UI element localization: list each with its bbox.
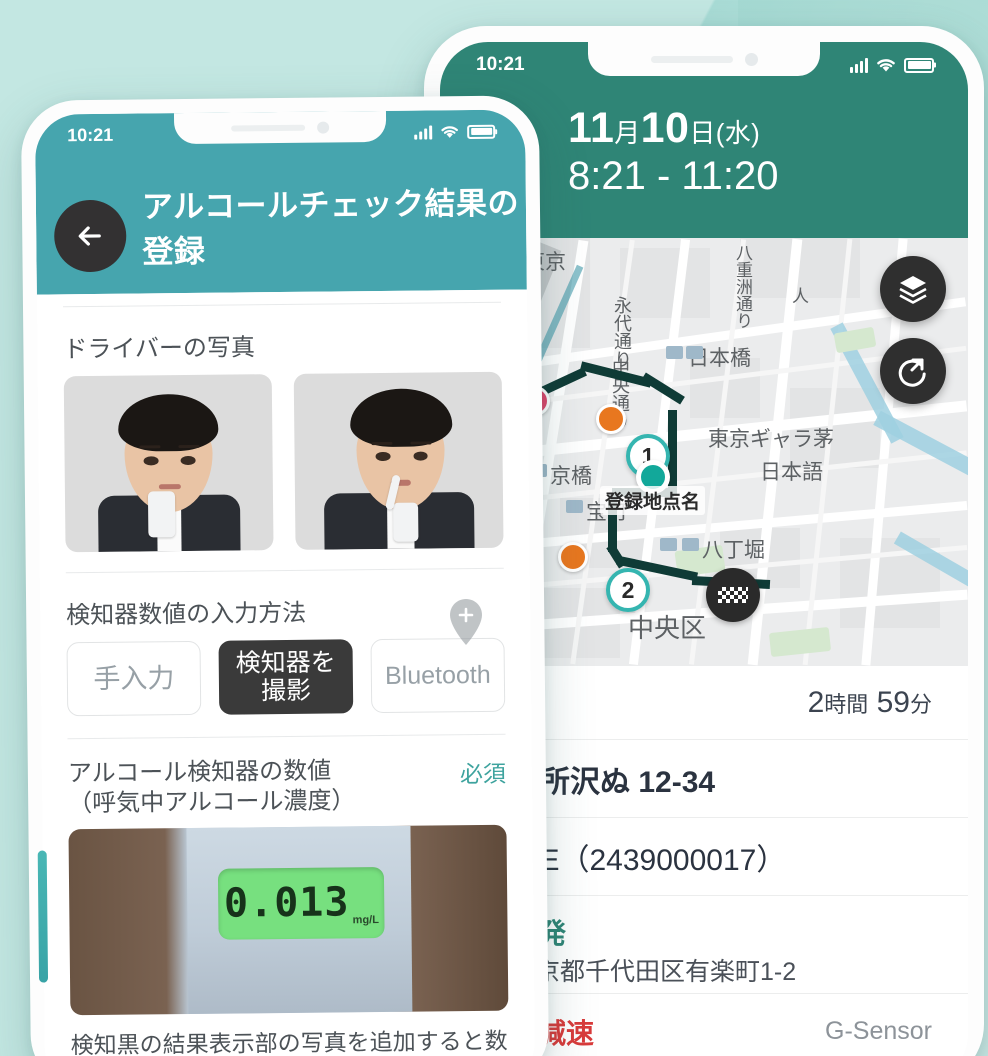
map-label-tokyo-gallery: 東京ギャラ茅 — [708, 427, 834, 451]
input-method-segmented-control: 手入力 検知器を 撮影 Bluetooth — [66, 637, 506, 717]
divider — [67, 733, 506, 740]
input-method-option-manual[interactable]: 手入力 — [66, 640, 202, 717]
favorite-place-pin-icon[interactable] — [444, 594, 488, 650]
navigate-arrow-icon — [898, 358, 926, 387]
station-icon-takaracho — [566, 500, 583, 513]
cellular-bars-icon — [850, 57, 868, 73]
map-label-hito: 人 — [792, 287, 809, 307]
required-badge: 必須 — [459, 760, 507, 788]
checkered-flag-icon[interactable] — [706, 568, 760, 622]
map-label-hatchobori: 八丁堀 — [702, 538, 765, 562]
trip-time-range: 8:21 - 11:20 — [568, 154, 779, 199]
back-button[interactable] — [53, 199, 127, 273]
battery-icon — [467, 124, 496, 139]
trip-month-unit: 月 — [614, 118, 641, 148]
trip-day-unit: 日 — [689, 118, 716, 148]
hard-braking-source: G-Sensor — [825, 1017, 932, 1045]
divider — [62, 301, 501, 308]
metro-icon-nihonbashi — [686, 346, 703, 359]
status-bar-front: 10:21 — [35, 109, 525, 148]
breathalyzer-photo[interactable]: 0.013 mg/L — [68, 824, 509, 1016]
map-label-nihongo: 日本語 — [760, 460, 823, 484]
map-recenter-button[interactable] — [880, 338, 946, 404]
departure-address: 東京都千代田区有楽町1-2 — [510, 958, 797, 986]
reading-label: アルコール検知器の数値 （呼気中アルコール濃度） — [67, 757, 356, 818]
wifi-icon — [877, 59, 895, 72]
map-label-yaesu-dori: 八重洲通り — [732, 244, 752, 329]
layers-icon — [899, 276, 927, 304]
breathalyzer-lcd: 0.013 mg/L — [217, 866, 385, 940]
waypoint-marker-2[interactable]: 2 — [606, 568, 650, 612]
trip-day: 10 — [640, 104, 690, 152]
trip-weekday: (水) — [715, 118, 761, 148]
status-time-front: 10:21 — [67, 124, 114, 146]
phone-alcohol-check: アルコールチェック結果の登録 10:21 ドライバーの写真 検知器数値の入力方法… — [20, 95, 550, 1056]
duration-value: 2時間 59分 — [807, 685, 932, 719]
event-dot[interactable] — [558, 542, 588, 572]
input-method-label: 検知器数値の入力方法 — [66, 599, 307, 630]
page-title: アルコールチェック結果の登録 — [141, 185, 520, 270]
registered-point-label: 登録地点名 — [600, 486, 706, 515]
volume-side-button[interactable] — [37, 850, 49, 983]
trip-date: 11月10日(水) — [568, 104, 968, 152]
breathalyzer-reading-value: 0.013 — [223, 879, 350, 927]
divider — [65, 567, 504, 574]
map-label-chuoku: 中央区 — [628, 614, 707, 644]
status-bar-back: 10:21 — [440, 42, 968, 78]
input-method-option-photo[interactable]: 検知器を 撮影 — [218, 639, 354, 715]
form-body: ドライバーの写真 検知器数値の入力方法 手入力 検知器を 撮影 Bluetoot… — [36, 289, 536, 1056]
wifi-icon — [441, 126, 458, 138]
status-icons-back — [850, 57, 934, 73]
metro-icon-hatchobori — [682, 538, 699, 551]
map-layers-button[interactable] — [880, 256, 946, 322]
status-time-back: 10:21 — [476, 54, 525, 75]
reading-label-row: アルコール検知器の数値 （呼気中アルコール濃度） 必須 — [68, 755, 507, 820]
departure-title: 出発 — [510, 912, 796, 952]
arrow-left-icon — [78, 226, 101, 246]
driver-photo-row — [63, 371, 504, 553]
driver-photo-1[interactable] — [63, 374, 274, 553]
screen-alcohol-check: アルコールチェック結果の登録 10:21 ドライバーの写真 検知器数値の入力方法… — [34, 109, 536, 1056]
status-icons-front — [414, 124, 496, 140]
cellular-bars-icon — [414, 124, 433, 140]
event-dot[interactable] — [596, 404, 626, 434]
driver-photo-label: ドライバーの写真 — [63, 334, 256, 364]
breathalyzer-reading-unit: mg/L — [352, 913, 379, 926]
map-label-kyobashi: 京橋 — [550, 464, 592, 488]
battery-icon — [904, 57, 934, 73]
station-icon-nihonbashi — [666, 346, 683, 359]
driver-photo-2[interactable] — [293, 371, 504, 550]
auto-fill-hint: 検知黒の結果表示部の写真を追加すると数値が自 動で表示されます — [70, 1027, 508, 1056]
trip-month: 11 — [568, 104, 615, 152]
station-icon-hatchobori — [660, 538, 677, 551]
